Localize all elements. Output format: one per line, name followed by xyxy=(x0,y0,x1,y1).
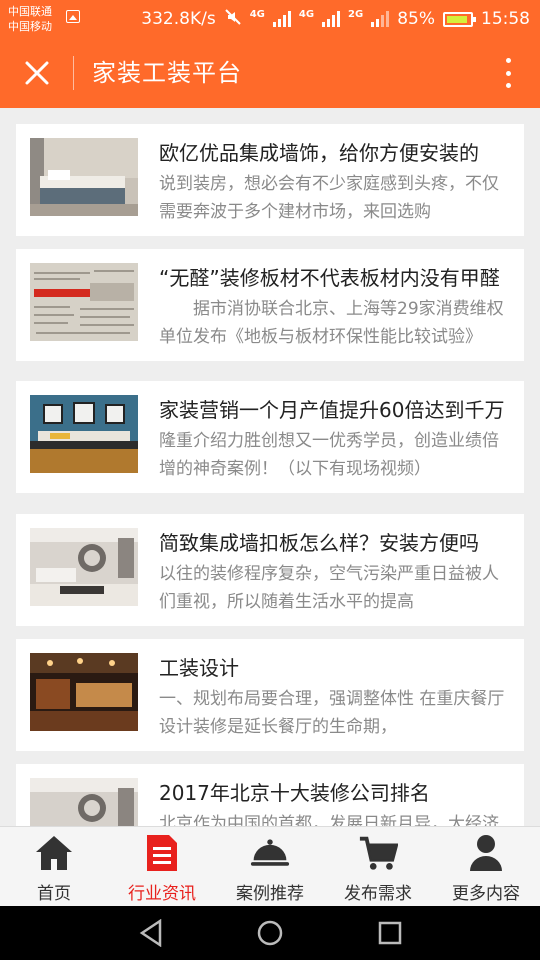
more-dot-icon xyxy=(505,83,511,88)
title-divider xyxy=(73,56,74,90)
article-summary: 据市消协联合北京、上海等29家消费维权单位发布《地板与板材环保性能比较试验》 xyxy=(159,299,504,347)
nav-label: 首页 xyxy=(37,884,71,904)
article-card[interactable]: “无醛”装修板材不代表板材内没有甲醛 据市消协联合北京、上海等29家消费维权单位… xyxy=(16,249,524,361)
nav-label: 案例推荐 xyxy=(236,884,304,904)
network-type-3: 2G xyxy=(348,8,364,20)
status-bar: 中国联通 中国移动 332.8K/s 4G 4G 2G 85% 15:58 xyxy=(0,0,540,38)
mute-icon xyxy=(224,8,242,31)
page-title: 家装工装平台 xyxy=(92,59,242,87)
article-title: 欧亿优品集成墙饰，给你方便安装的 xyxy=(159,141,479,165)
article-title: 2017年北京十大装修公司排名 xyxy=(159,781,430,805)
title-bar: 家装工装平台 xyxy=(0,38,540,108)
article-thumbnail xyxy=(30,395,138,473)
battery-percent: 85% xyxy=(397,9,435,29)
article-thumbnail xyxy=(30,778,138,826)
signal-icon xyxy=(371,11,390,27)
article-card[interactable]: 简致集成墙扣板怎么样？安装方便吗 以往的装修程序复杂，空气污染严重日益被人们重视… xyxy=(16,514,524,626)
more-dot-icon xyxy=(505,58,511,63)
article-summary: 以往的装修程序复杂，空气污染严重日益被人们重视，所以随着生活水平的提高 xyxy=(159,564,499,612)
article-title: 简致集成墙扣板怎么样？安装方便吗 xyxy=(159,531,479,555)
more-dot-icon xyxy=(505,70,511,76)
article-summary: 说到装房，想必会有不少家庭感到头疼，不仅需要奔波于多个建材市场，来回选购 xyxy=(159,174,499,222)
bottom-nav: 首页 行业资讯 案例推荐 发布需求 更多内容 xyxy=(0,826,540,906)
nav-item-cases[interactable]: 案例推荐 xyxy=(216,827,324,906)
home-icon xyxy=(34,833,74,873)
user-icon xyxy=(466,833,506,873)
article-title: 工装设计 xyxy=(159,656,239,680)
article-summary: 一、规划布局要合理，强调整体性 在重庆餐厅设计装修是延长餐厅的生命期， xyxy=(159,689,505,737)
status-indicators: 332.8K/s 4G 4G 2G 85% 15:58 xyxy=(141,6,530,32)
cloche-icon xyxy=(250,833,290,873)
article-thumbnail xyxy=(30,138,138,216)
article-thumbnail xyxy=(30,263,138,341)
circle-icon xyxy=(257,920,283,946)
article-list[interactable]: 欧亿优品集成墙饰，给你方便安装的 说到装房，想必会有不少家庭感到头疼，不仅需要奔… xyxy=(0,108,540,826)
nav-item-news[interactable]: 行业资讯 xyxy=(108,827,216,906)
article-card[interactable]: 家装营销一个月产值提升60倍达到千万 隆重介绍力胜创想又一优秀学员，创造业绩倍增… xyxy=(16,381,524,493)
home-button[interactable] xyxy=(256,919,284,947)
nav-item-home[interactable]: 首页 xyxy=(0,827,108,906)
article-summary: 隆重介绍力胜创想又一优秀学员，创造业绩倍增的神奇案例！（以下有现场视频） xyxy=(159,431,499,479)
nav-item-publish[interactable]: 发布需求 xyxy=(324,827,432,906)
article-title: 家装营销一个月产值提升60倍达到千万 xyxy=(159,398,505,422)
nav-label: 更多内容 xyxy=(452,884,520,904)
close-icon xyxy=(25,61,49,85)
close-button[interactable] xyxy=(14,50,60,96)
nav-item-more[interactable]: 更多内容 xyxy=(432,827,540,906)
article-title: “无醛”装修板材不代表板材内没有甲醛 xyxy=(159,266,500,290)
nav-label: 发布需求 xyxy=(344,884,412,904)
network-type-2: 4G xyxy=(298,8,315,20)
document-icon xyxy=(142,833,182,873)
article-card[interactable]: 工装设计 一、规划布局要合理，强调整体性 在重庆餐厅设计装修是延长餐厅的生命期， xyxy=(16,639,524,751)
nav-label: 行业资讯 xyxy=(128,884,196,904)
back-button[interactable] xyxy=(137,919,165,947)
network-speed: 332.8K/s xyxy=(141,9,216,29)
back-icon xyxy=(139,919,162,947)
battery-icon xyxy=(443,11,476,27)
article-card[interactable]: 2017年北京十大装修公司排名 北京作为中国的首都，发展日新月异，大经济 xyxy=(16,764,524,826)
clock: 15:58 xyxy=(481,9,530,29)
more-options-button[interactable] xyxy=(498,56,518,90)
signal-icon xyxy=(322,11,341,27)
image-notification-icon xyxy=(66,10,80,23)
article-card[interactable]: 欧亿优品集成墙饰，给你方便安装的 说到装房，想必会有不少家庭感到头疼，不仅需要奔… xyxy=(16,124,524,236)
recent-apps-button[interactable] xyxy=(376,919,404,947)
network-type-1: 4G xyxy=(249,8,265,20)
article-summary: 北京作为中国的首都，发展日新月异，大经济 xyxy=(159,814,499,826)
signal-icon xyxy=(272,11,291,27)
carrier-2: 中国移动 xyxy=(8,20,52,33)
article-thumbnail xyxy=(30,528,138,606)
system-nav-bar xyxy=(0,906,540,960)
cart-icon xyxy=(358,833,398,873)
square-icon xyxy=(378,921,402,945)
carrier-1: 中国联通 xyxy=(8,5,52,18)
article-thumbnail xyxy=(30,653,138,731)
carrier-info: 中国联通 中国移动 xyxy=(8,4,52,34)
